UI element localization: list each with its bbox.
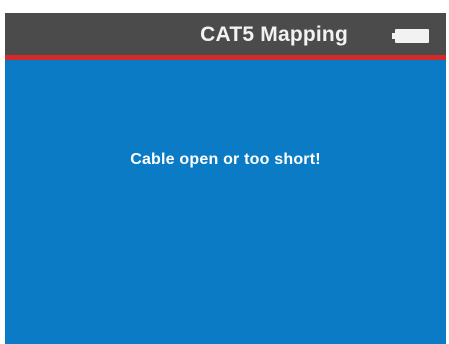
screen-title: CAT5 Mapping — [200, 23, 348, 46]
battery-icon — [392, 29, 430, 43]
title-bar: CAT5 Mapping — [5, 13, 446, 55]
status-message: Cable open or too short! — [130, 151, 321, 168]
battery-level-fill — [395, 29, 429, 43]
title-bar-accent-line — [5, 55, 446, 60]
device-screen: CAT5 Mapping Cable open or too short! — [5, 13, 446, 344]
